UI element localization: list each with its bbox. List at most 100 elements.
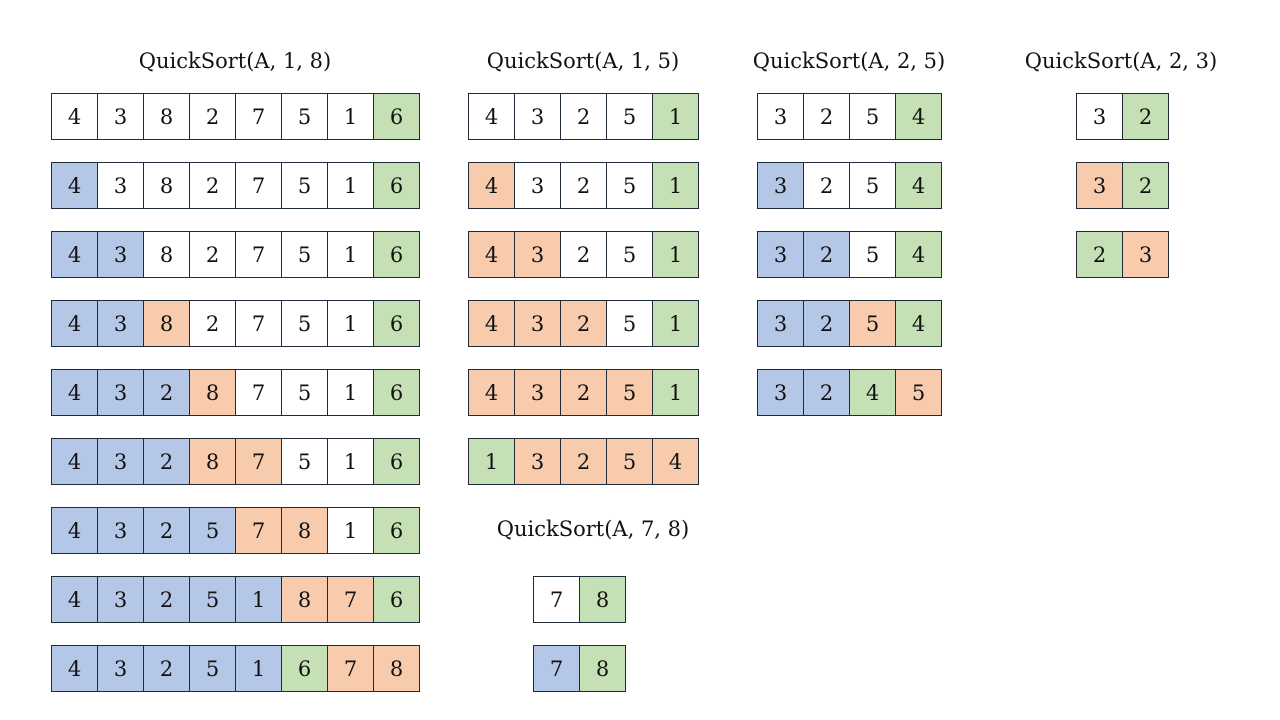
array-row: 78 [533, 645, 626, 692]
array-cell: 3 [758, 162, 804, 209]
array-cell: 1 [236, 576, 282, 623]
array-cell: 2 [561, 93, 607, 140]
array-cell: 4 [52, 507, 98, 554]
array-cell: 8 [282, 576, 328, 623]
array-cell: 8 [144, 231, 190, 278]
array-cell: 2 [804, 93, 850, 140]
array-cell: 2 [190, 231, 236, 278]
array-cell: 3 [515, 369, 561, 416]
array-cell: 3 [1077, 93, 1123, 140]
array-cell: 8 [144, 93, 190, 140]
array-cell: 8 [190, 438, 236, 485]
array-cell: 5 [190, 507, 236, 554]
array-cell: 5 [607, 162, 653, 209]
array-cell: 4 [469, 162, 515, 209]
array-cell: 5 [282, 93, 328, 140]
array-cell: 3 [515, 162, 561, 209]
array-cell: 7 [236, 369, 282, 416]
array-cell: 6 [374, 576, 420, 623]
array-cell: 4 [469, 300, 515, 347]
array-cell: 4 [52, 93, 98, 140]
array-cell: 1 [328, 369, 374, 416]
array-cell: 7 [328, 576, 374, 623]
array-cell: 3 [758, 93, 804, 140]
array-row: 3245 [757, 369, 942, 416]
group-title: QuickSort(A, 2, 3) [1024, 49, 1218, 73]
array-cell: 3 [758, 231, 804, 278]
array-cell: 3 [1123, 231, 1169, 278]
array-cell: 8 [144, 162, 190, 209]
array-cell: 6 [374, 438, 420, 485]
array-cell: 3 [515, 438, 561, 485]
group-title: QuickSort(A, 1, 8) [138, 49, 332, 73]
array-cell: 5 [607, 369, 653, 416]
array-row: 43257816 [51, 507, 420, 554]
array-cell: 2 [190, 300, 236, 347]
array-cell: 6 [374, 369, 420, 416]
group-title: QuickSort(A, 2, 5) [752, 49, 946, 73]
array-cell: 6 [374, 300, 420, 347]
array-cell: 4 [52, 300, 98, 347]
array-cell: 8 [190, 369, 236, 416]
array-row: 43827516 [51, 300, 420, 347]
array-cell: 5 [896, 369, 942, 416]
array-cell: 5 [282, 162, 328, 209]
array-row: 43251 [468, 300, 699, 347]
array-cell: 8 [374, 645, 420, 692]
array-cell: 3 [98, 93, 144, 140]
array-cell: 4 [52, 162, 98, 209]
array-cell: 2 [561, 369, 607, 416]
array-row: 43287516 [51, 369, 420, 416]
array-cell: 2 [190, 93, 236, 140]
array-cell: 7 [236, 300, 282, 347]
array-cell: 1 [328, 162, 374, 209]
array-row: 43827516 [51, 231, 420, 278]
array-cell: 1 [653, 369, 699, 416]
array-cell: 1 [328, 300, 374, 347]
array-cell: 1 [328, 231, 374, 278]
array-row: 43287516 [51, 438, 420, 485]
array-cell: 6 [374, 93, 420, 140]
array-cell: 5 [607, 231, 653, 278]
array-cell: 3 [98, 300, 144, 347]
array-cell: 3 [515, 231, 561, 278]
array-cell: 2 [804, 369, 850, 416]
array-row: 3254 [757, 162, 942, 209]
array-cell: 2 [144, 507, 190, 554]
array-cell: 5 [850, 231, 896, 278]
array-cell: 1 [328, 93, 374, 140]
array-cell: 2 [144, 369, 190, 416]
array-row: 32 [1076, 162, 1169, 209]
array-cell: 5 [607, 300, 653, 347]
array-row: 3254 [757, 231, 942, 278]
array-cell: 3 [98, 645, 144, 692]
array-cell: 5 [282, 231, 328, 278]
array-cell: 5 [850, 93, 896, 140]
array-row: 43251876 [51, 576, 420, 623]
array-row: 3254 [757, 300, 942, 347]
array-cell: 6 [374, 162, 420, 209]
array-cell: 2 [561, 300, 607, 347]
array-cell: 7 [236, 162, 282, 209]
array-cell: 5 [607, 93, 653, 140]
array-cell: 4 [469, 93, 515, 140]
array-cell: 6 [374, 231, 420, 278]
array-row: 43827516 [51, 93, 420, 140]
array-cell: 5 [190, 645, 236, 692]
array-cell: 3 [98, 162, 144, 209]
array-cell: 4 [896, 93, 942, 140]
array-cell: 1 [653, 231, 699, 278]
array-row: 32 [1076, 93, 1169, 140]
array-cell: 1 [328, 438, 374, 485]
array-cell: 5 [282, 300, 328, 347]
array-row: 78 [533, 576, 626, 623]
array-row: 13254 [468, 438, 699, 485]
array-cell: 4 [896, 300, 942, 347]
array-cell: 5 [282, 369, 328, 416]
array-cell: 7 [534, 576, 580, 623]
array-row: 43827516 [51, 162, 420, 209]
array-cell: 4 [469, 231, 515, 278]
group-title: QuickSort(A, 7, 8) [496, 517, 690, 541]
array-cell: 7 [236, 93, 282, 140]
array-cell: 2 [1077, 231, 1123, 278]
